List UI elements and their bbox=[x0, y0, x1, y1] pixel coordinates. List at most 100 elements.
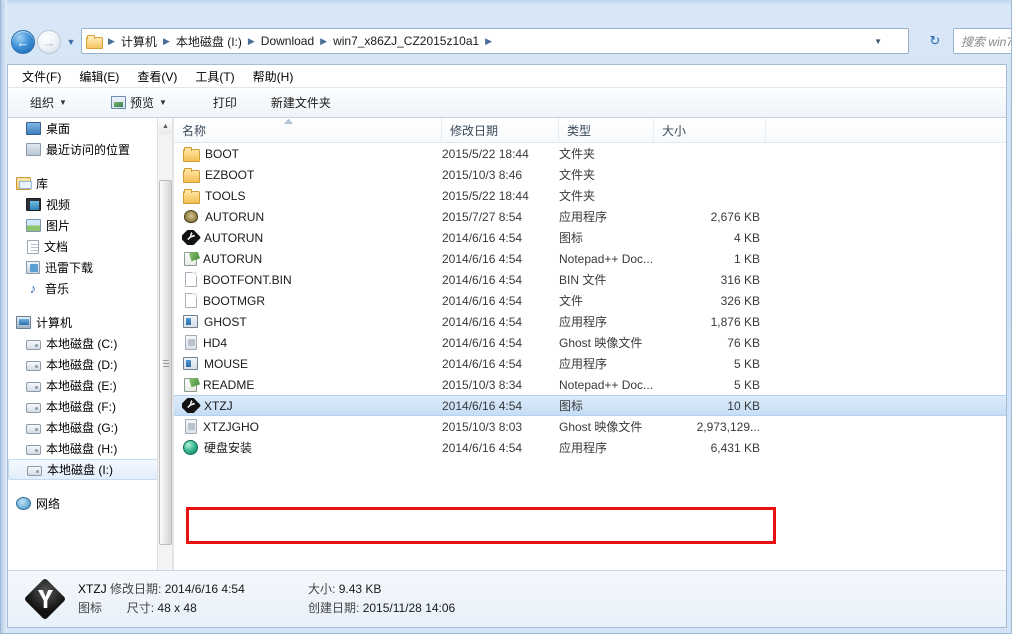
cell-name: AUTORUN bbox=[182, 230, 263, 245]
cell-name: EZBOOT bbox=[182, 167, 254, 183]
breadcrumb-separator[interactable]: ▶ bbox=[482, 36, 495, 47]
table-row[interactable]: 硬盘安装 2014/6/16 4:54 应用程序 6,431 KB bbox=[174, 437, 1006, 458]
cell-name: BOOTMGR bbox=[182, 293, 265, 308]
tree-group-gap bbox=[8, 160, 172, 173]
cell-modified-date: 2015/7/27 8:54 bbox=[442, 209, 523, 224]
sidebar-item-3[interactable]: 视频 bbox=[8, 194, 172, 215]
file-rows-container: BOOT 2015/5/22 18:44 文件夹 EZBOOT 2015/10/3 8:… bbox=[174, 143, 1006, 458]
breadcrumb-item-drive[interactable]: 本地磁盘 (I:) bbox=[173, 31, 245, 52]
search-box[interactable]: 搜索 win7 bbox=[953, 28, 1011, 54]
sidebar-item-1[interactable]: 最近访问的位置 bbox=[8, 139, 172, 160]
sidebar-item-4[interactable]: 图片 bbox=[8, 215, 172, 236]
table-row[interactable]: TOOLS 2015/5/22 18:44 文件夹 bbox=[174, 185, 1006, 206]
folder-icon bbox=[86, 34, 103, 49]
recent-pages-dropdown-icon[interactable]: ▼ bbox=[65, 38, 77, 48]
table-row[interactable]: AUTORUN 2014/6/16 4:54 图标 4 KB bbox=[174, 227, 1006, 248]
chevron-down-icon[interactable]: ▼ bbox=[874, 37, 882, 46]
table-row[interactable]: GHOST 2014/6/16 4:54 应用程序 1,876 KB bbox=[174, 311, 1006, 332]
table-row[interactable]: BOOTFONT.BIN 2014/6/16 4:54 BIN 文件 316 KB bbox=[174, 269, 1006, 290]
menu-tools[interactable]: 工具(T) bbox=[195, 66, 244, 87]
cell-modified-date: 2014/6/16 4:54 bbox=[442, 356, 523, 371]
sidebar-item-12[interactable]: 本地磁盘 (F:) bbox=[8, 396, 172, 417]
table-row[interactable]: HD4 2014/6/16 4:54 Ghost 映像文件 76 KB bbox=[174, 332, 1006, 353]
sidebar-item-7[interactable]: ♪ 音乐 bbox=[8, 278, 172, 299]
print-label: 打印 bbox=[212, 96, 237, 110]
menu-view[interactable]: 查看(V) bbox=[137, 66, 187, 87]
cell-name: TOOLS bbox=[182, 188, 245, 204]
sidebar-item-0[interactable]: 桌面 bbox=[8, 118, 172, 139]
breadcrumb-item-current-folder[interactable]: win7_x86ZJ_CZ2015z10a1 bbox=[330, 32, 482, 50]
cell-type: 应用程序 bbox=[559, 210, 608, 224]
chevron-down-icon: ▼ bbox=[158, 98, 167, 107]
navigation-pane[interactable]: 桌面 最近访问的位置库视频 图片 文档 迅雷下载 ♪ 音乐计算机本地磁盘 (C:) 本地磁盘 … bbox=[8, 118, 172, 608]
table-row[interactable]: README 2015/10/3 8:34 Notepad++ Doc... 5 KB bbox=[174, 374, 1006, 395]
column-header-1[interactable]: 修改日期 bbox=[442, 118, 559, 143]
back-button[interactable]: ← bbox=[11, 30, 35, 54]
cell-size: 2,973,129... bbox=[696, 419, 760, 434]
application-icon bbox=[183, 315, 198, 328]
notepad-plus-document-icon bbox=[184, 377, 197, 392]
new-folder-button[interactable]: 新建文件夹 bbox=[263, 90, 339, 115]
forward-button[interactable]: → bbox=[37, 30, 61, 54]
sidebar-item-8[interactable]: 计算机 bbox=[8, 312, 172, 333]
menu-edit[interactable]: 编辑(E) bbox=[79, 66, 129, 87]
sidebar-scrollbar-thumb[interactable] bbox=[159, 180, 172, 545]
cell-name: AUTORUN bbox=[182, 251, 262, 266]
sidebar-item-10[interactable]: 本地磁盘 (D:) bbox=[8, 354, 172, 375]
column-header-0[interactable]: 名称 bbox=[174, 118, 442, 143]
breadcrumb-separator[interactable]: ▶ bbox=[245, 36, 258, 47]
details-type-value: 图标 bbox=[78, 601, 103, 615]
refresh-button[interactable]: ↻ bbox=[923, 29, 947, 53]
sidebar-item-16[interactable]: 网络 bbox=[8, 493, 172, 514]
cell-modified-date: 2015/5/22 18:44 bbox=[442, 188, 529, 203]
table-row[interactable]: EZBOOT 2015/10/3 8:46 文件夹 bbox=[174, 164, 1006, 185]
table-row[interactable]: AUTORUN 2014/6/16 4:54 Notepad++ Doc... 1 K… bbox=[174, 248, 1006, 269]
sidebar-item-11[interactable]: 本地磁盘 (E:) bbox=[8, 375, 172, 396]
breadcrumb-separator[interactable]: ▶ bbox=[105, 36, 118, 47]
sidebar-scrollbar[interactable]: ▲ ▼ bbox=[157, 118, 173, 608]
organize-button[interactable]: 组织 ▼ bbox=[22, 90, 75, 115]
breadcrumb-separator[interactable]: ▶ bbox=[160, 36, 173, 47]
table-row[interactable]: AUTORUN 2015/7/27 8:54 应用程序 2,676 KB bbox=[174, 206, 1006, 227]
sidebar-item-label: 库 bbox=[36, 177, 49, 191]
organize-label: 组织 bbox=[30, 96, 55, 110]
breadcrumb-item-download[interactable]: Download bbox=[258, 32, 317, 50]
cell-name: BOOTFONT.BIN bbox=[182, 272, 292, 287]
cell-name: 硬盘安装 bbox=[182, 439, 252, 456]
sidebar-item-13[interactable]: 本地磁盘 (G:) bbox=[8, 417, 172, 438]
navigation-bar: ← → ▼ ▶ 计算机 ▶ 本地磁盘 (I:) ▶ Download ▶ win… bbox=[7, 26, 1011, 60]
notepad-plus-document-icon bbox=[184, 251, 197, 266]
table-row[interactable]: BOOTMGR 2014/6/16 4:54 文件 326 KB bbox=[174, 290, 1006, 311]
cell-size: 10 KB bbox=[727, 398, 760, 413]
client-area: 文件(F) 编辑(E) 查看(V) 工具(T) 帮助(H) 组织 ▼ 预览 ▼ … bbox=[7, 64, 1007, 628]
menu-file[interactable]: 文件(F) bbox=[22, 66, 71, 87]
sidebar-item-label: 本地磁盘 (C:) bbox=[46, 337, 118, 351]
sidebar-item-5[interactable]: 文档 bbox=[8, 236, 172, 257]
column-header-3[interactable]: 大小 bbox=[654, 118, 766, 143]
table-row[interactable]: MOUSE 2014/6/16 4:54 应用程序 5 KB bbox=[174, 353, 1006, 374]
table-row[interactable]: BOOT 2015/5/22 18:44 文件夹 bbox=[174, 143, 1006, 164]
table-row[interactable]: XTZJ 2014/6/16 4:54 图标 10 KB bbox=[174, 395, 1006, 416]
sidebar-item-14[interactable]: 本地磁盘 (H:) bbox=[8, 438, 172, 459]
application-icon bbox=[183, 357, 198, 370]
print-button[interactable]: 打印 bbox=[205, 90, 245, 115]
sidebar-item-2[interactable]: 库 bbox=[8, 173, 172, 194]
sidebar-item-6[interactable]: 迅雷下载 bbox=[8, 257, 172, 278]
column-header-2[interactable]: 类型 bbox=[559, 118, 654, 143]
sidebar-item-9[interactable]: 本地磁盘 (C:) bbox=[8, 333, 172, 354]
cell-type: Ghost 映像文件 bbox=[559, 336, 643, 350]
scroll-up-arrow-icon[interactable]: ▲ bbox=[158, 118, 173, 134]
menu-help[interactable]: 帮助(H) bbox=[253, 66, 304, 87]
breadcrumb-item-computer[interactable]: 计算机 bbox=[118, 31, 160, 52]
breadcrumb-separator[interactable]: ▶ bbox=[317, 36, 330, 47]
search-input[interactable]: 搜索 win7 bbox=[961, 33, 1011, 50]
sidebar-item-15[interactable]: 本地磁盘 (I:) bbox=[8, 459, 166, 480]
address-bar[interactable]: ▶ 计算机 ▶ 本地磁盘 (I:) ▶ Download ▶ win7_x86Z… bbox=[81, 28, 909, 54]
preview-button[interactable]: 预览 ▼ bbox=[103, 90, 175, 115]
documents-icon bbox=[27, 239, 39, 254]
file-name-label: HD4 bbox=[203, 335, 228, 350]
drive-icon bbox=[27, 465, 42, 476]
details-size-value: 9.43 KB bbox=[338, 582, 382, 596]
cell-size: 4 KB bbox=[733, 230, 760, 245]
table-row[interactable]: XTZJGHO 2015/10/3 8:03 Ghost 映像文件 2,973,129… bbox=[174, 416, 1006, 437]
